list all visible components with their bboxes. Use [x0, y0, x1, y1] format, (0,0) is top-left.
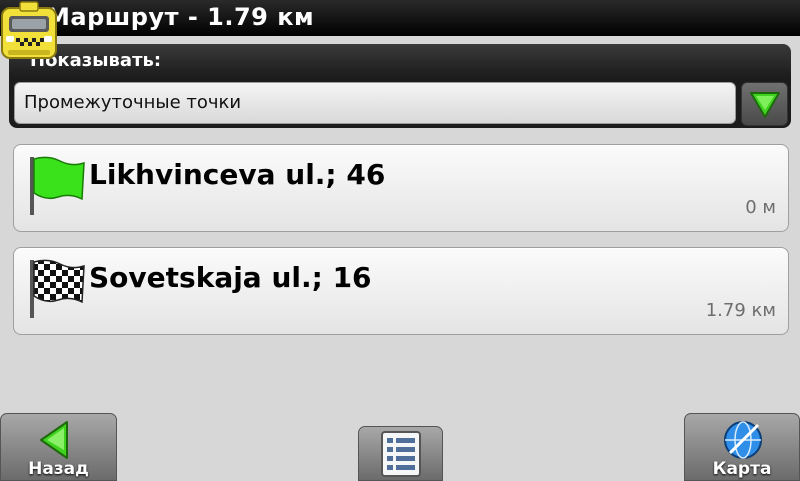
waypoint-distance: 1.79 км: [705, 300, 776, 321]
title-bar: Маршрут - 1.79 км: [0, 0, 800, 36]
back-arrow-icon: [40, 421, 68, 459]
waypoint-name: Sovetskaja ul.; 16: [89, 261, 372, 294]
back-button[interactable]: Назад: [0, 413, 117, 481]
waypoint-name: Likhvinceva ul.; 46: [89, 158, 386, 191]
list-icon: [381, 431, 421, 477]
list-item[interactable]: Sovetskaja ul.; 16 1.79 км: [13, 247, 789, 335]
map-button[interactable]: Карта: [684, 413, 800, 481]
waypoint-distance: 0 м: [745, 197, 776, 218]
dropdown-button[interactable]: [741, 82, 788, 126]
globe-icon: [724, 421, 762, 459]
list-item[interactable]: Likhvinceva ul.; 46 0 м: [13, 144, 789, 232]
green-flag-icon: [26, 155, 88, 221]
checkered-flag-icon: [26, 258, 88, 324]
list-view-button[interactable]: [358, 426, 443, 481]
triangle-down-icon: [750, 92, 780, 118]
back-label: Назад: [28, 459, 89, 479]
page-title: Маршрут - 1.79 км: [46, 3, 315, 31]
taxi-icon: [0, 0, 58, 62]
show-select[interactable]: Промежуточные точки: [14, 82, 736, 124]
map-label: Карта: [712, 459, 772, 479]
